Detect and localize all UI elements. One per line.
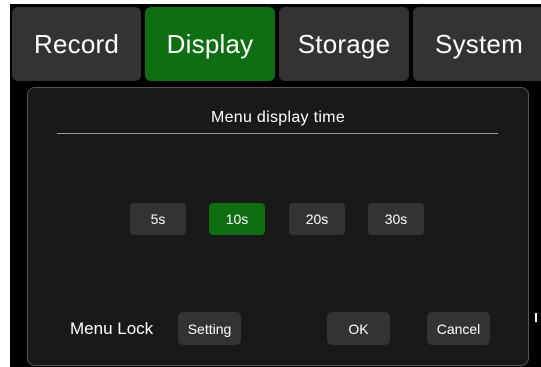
tab-record[interactable]: Record: [12, 7, 141, 81]
cancel-button[interactable]: Cancel: [427, 312, 490, 345]
tab-storage[interactable]: Storage: [279, 7, 409, 81]
setting-button[interactable]: Setting: [178, 312, 241, 345]
option-30s-button[interactable]: 30s: [368, 203, 424, 235]
menu-display-time-dialog: Menu display time 5s 10s 20s 30s Menu Lo…: [27, 87, 529, 366]
device-screen: Record Display Storage System Menu displ…: [10, 4, 541, 367]
ok-button[interactable]: OK: [327, 312, 390, 345]
title-divider: [57, 133, 498, 134]
option-20s-button[interactable]: 20s: [289, 203, 345, 235]
dialog-title: Menu display time: [210, 109, 346, 126]
option-5s-button[interactable]: 5s: [130, 203, 186, 235]
tab-display[interactable]: Display: [145, 7, 275, 81]
menu-lock-label: Menu Lock: [70, 319, 154, 338]
option-10s-button[interactable]: 10s: [209, 203, 265, 235]
tab-system[interactable]: System: [413, 7, 541, 81]
edge-marker: [535, 313, 537, 322]
